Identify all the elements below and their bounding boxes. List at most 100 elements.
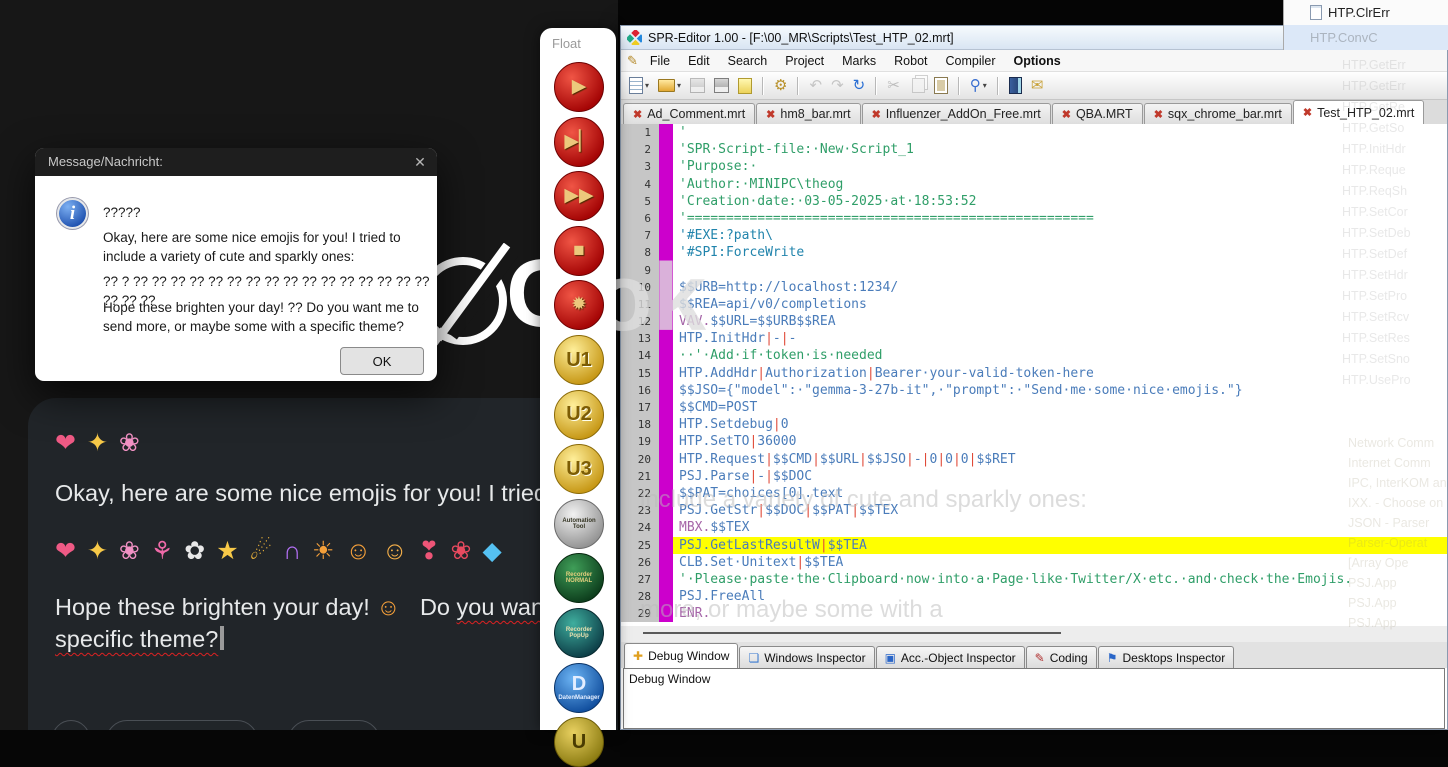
chat-action-button[interactable] — [288, 720, 380, 730]
code-line-5[interactable]: 5'Creation·date:·03-05-2025·at·18:53:52 — [621, 193, 1447, 210]
code-line-10[interactable]: 10$$URB=http://localhost:1234/ — [621, 279, 1447, 296]
debug-window-panel[interactable]: Debug Window — [623, 668, 1445, 729]
code-line-16[interactable]: 16$$JSO={"model":·"gemma-3-27b-it",·"pro… — [621, 382, 1447, 399]
dropdown-arrow-icon[interactable]: ▾ — [645, 81, 649, 90]
menu-marks[interactable]: Marks — [834, 52, 884, 70]
code-line-9[interactable]: 9 — [621, 262, 1447, 279]
tab-debug-window[interactable]: ✚Debug Window — [624, 643, 738, 668]
play-to-cursor-button[interactable]: ▶▏ — [554, 117, 604, 167]
code-line-18[interactable]: 18HTP.Setdebug|0 — [621, 416, 1447, 433]
code-line-1[interactable]: 1' — [621, 124, 1447, 141]
mail-button[interactable]: ✉ — [1028, 76, 1047, 95]
button-sub-label: DatenManager — [558, 695, 599, 701]
tab-coding[interactable]: ✎Coding — [1026, 646, 1097, 668]
code-line-15[interactable]: 15HTP.AddHdr|Authorization|Bearer·your-v… — [621, 365, 1447, 382]
code-text: PSJ.GetLastResultW|$$TEA — [673, 537, 1447, 554]
line-number: 18 — [621, 416, 659, 433]
export-note-button[interactable] — [735, 76, 755, 96]
play-button[interactable]: ▶ — [554, 62, 604, 112]
command-list-item-selected[interactable]: HTP.ConvC — [1284, 25, 1448, 50]
code-line-8[interactable]: 8'#SPI:ForceWrite — [621, 244, 1447, 261]
code-line-3[interactable]: 3'Purpose:· — [621, 158, 1447, 175]
splitter[interactable] — [621, 626, 1447, 642]
recorder-popup-button[interactable]: RecorderPopUp — [554, 608, 604, 658]
toolbar-separator — [762, 77, 764, 95]
dialog-title-bar[interactable]: Message/Nachricht: — [35, 148, 437, 176]
code-line-6[interactable]: 6'======================================… — [621, 210, 1447, 227]
save-as-button[interactable] — [711, 76, 732, 95]
chat-action-button[interactable] — [106, 720, 258, 730]
code-line-7[interactable]: 7'#EXE:?path\ — [621, 227, 1447, 244]
tab-ad-comment-mrt[interactable]: Ad_Comment.mrt — [623, 103, 755, 124]
undo-icon: ↶ — [809, 78, 822, 93]
tab-influenzer-addon-free-mrt[interactable]: Influenzer_AddOn_Free.mrt — [862, 103, 1051, 124]
code-line-20[interactable]: 20HTP.Request|$$CMD|$$URL|$$JSO|-|0|0|0|… — [621, 451, 1447, 468]
margin-bar — [659, 554, 673, 571]
code-line-25[interactable]: 25PSJ.GetLastResultW|$$TEA — [621, 537, 1447, 554]
code-line-4[interactable]: 4'Author:·MINIPC\theog — [621, 176, 1447, 193]
tab-desktops-inspector[interactable]: ⚑Desktops Inspector — [1098, 646, 1234, 668]
code-line-17[interactable]: 17$$CMD=POST — [621, 399, 1447, 416]
u3-button[interactable]: U3 — [554, 444, 604, 494]
command-list-item[interactable]: HTP.ClrErr — [1284, 0, 1448, 25]
line-number: 19 — [621, 433, 659, 450]
exit-button[interactable] — [1006, 75, 1025, 96]
u1-button[interactable]: U1 — [554, 335, 604, 385]
cut-button[interactable]: ✂ — [884, 76, 903, 95]
recorder-normal-button[interactable]: RecorderNORMAL — [554, 553, 604, 603]
dropdown-arrow-icon[interactable]: ▾ — [983, 81, 987, 90]
dropdown-arrow-icon[interactable]: ▾ — [677, 81, 681, 90]
ghost-chat-text: more, or maybe some with a — [640, 596, 943, 624]
tab-label: Influenzer_AddOn_Free.mrt — [886, 107, 1041, 121]
open-file-button[interactable]: ▾ — [655, 77, 684, 94]
code-line-2[interactable]: 2'SPR·Script-file:·New·Script_1 — [621, 141, 1447, 158]
daten-manager-button[interactable]: DDatenManager — [554, 663, 604, 713]
code-line-27[interactable]: 27'·Please·paste·the·Clipboard·now·into·… — [621, 571, 1447, 588]
menu-robot[interactable]: Robot — [886, 52, 935, 70]
refresh-button[interactable]: ↻ — [850, 76, 869, 95]
menu-search[interactable]: Search — [720, 52, 776, 70]
menu-project[interactable]: Project — [777, 52, 832, 70]
code-editor-area[interactable]: 1'2'SPR·Script-file:·New·Script_13'Purpo… — [621, 124, 1447, 626]
code-line-14[interactable]: 14··'·Add·if·token·is·needed — [621, 347, 1447, 364]
menu-edit[interactable]: Edit — [680, 52, 718, 70]
chat-action-button[interactable] — [52, 720, 90, 730]
code-line-24[interactable]: 24MBX.$$TEX — [621, 519, 1447, 536]
copy-button[interactable] — [906, 76, 928, 95]
code-line-19[interactable]: 19HTP.SetTO|36000 — [621, 433, 1447, 450]
tab-qba-mrt[interactable]: QBA.MRT — [1052, 103, 1143, 124]
new-file-button[interactable]: ▾ — [626, 75, 652, 96]
tab-acc-object-inspector[interactable]: ▣Acc.-Object Inspector — [876, 646, 1025, 668]
code-line-13[interactable]: 13HTP.InitHdr|-|- — [621, 330, 1447, 347]
splitter-handle[interactable] — [643, 632, 1061, 634]
menu-options[interactable]: Options — [1006, 52, 1069, 70]
close-icon[interactable]: ✕ — [403, 148, 437, 176]
code-line-26[interactable]: 26CLB.Set·Unitext|$$TEA — [621, 554, 1447, 571]
dragon-button[interactable]: ✹ — [554, 280, 604, 330]
code-line-11[interactable]: 11$$REA=api/v0/completions — [621, 296, 1447, 313]
tab-windows-inspector[interactable]: ❏Windows Inspector — [739, 646, 874, 668]
save-button[interactable] — [687, 76, 708, 95]
stop-button[interactable]: ■ — [554, 226, 604, 276]
tab-sqx-chrome-bar-mrt[interactable]: sqx_chrome_bar.mrt — [1144, 103, 1292, 124]
tab-hm8-bar-mrt[interactable]: hm8_bar.mrt — [756, 103, 860, 124]
margin-bar — [659, 158, 673, 175]
code-line-12[interactable]: 12VAV.$$URL=$$URB$$REA — [621, 313, 1447, 330]
u2-button[interactable]: U2 — [554, 390, 604, 440]
ok-button[interactable]: OK — [340, 347, 424, 375]
tab-label: Ad_Comment.mrt — [647, 107, 745, 121]
search-button[interactable]: ⚲▾ — [967, 76, 990, 95]
paste-button[interactable] — [931, 75, 951, 96]
message-dialog: Message/Nachricht: ✕ ????? Okay, here ar… — [35, 148, 437, 381]
compile-icon: ⚙ — [774, 78, 787, 93]
menu-compiler[interactable]: Compiler — [938, 52, 1004, 70]
undo-button[interactable]: ↶ — [806, 76, 825, 95]
redo-button[interactable]: ↷ — [828, 76, 847, 95]
float-toolbar-window[interactable]: Float ▶▶▏▶▶■✹U1U2U3AutomationToolRecorde… — [540, 28, 616, 730]
partial-bottom-button[interactable]: U — [554, 717, 604, 767]
code-line-21[interactable]: 21PSJ.Parse|-|$$DOC — [621, 468, 1447, 485]
menu-file[interactable]: File — [642, 52, 678, 70]
fast-forward-button[interactable]: ▶▶ — [554, 171, 604, 221]
compile-button[interactable]: ⚙ — [771, 76, 790, 95]
automation-button[interactable]: AutomationTool — [554, 499, 604, 549]
